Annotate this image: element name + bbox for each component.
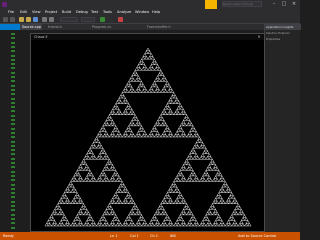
change-marker	[11, 101, 15, 104]
tab-framebuffer-h[interactable]: Framebuffer.h	[145, 24, 171, 30]
status-bar: Ready Ln 1 Col 1 Ch 1 INS Add to Source …	[0, 232, 300, 240]
change-marker	[11, 114, 15, 117]
close-button[interactable]: ×	[290, 1, 298, 8]
change-marker	[11, 226, 15, 229]
add-source-control-button[interactable]: Add to Source Control	[238, 232, 276, 240]
change-marker	[11, 54, 15, 57]
change-marker	[11, 58, 15, 61]
new-file-icon[interactable]	[19, 17, 24, 22]
change-marker	[11, 179, 15, 182]
change-marker	[11, 183, 15, 186]
tab-source-cpp[interactable]: Source.cpp	[20, 24, 42, 30]
change-marker	[11, 174, 15, 177]
title-bar: – □ ×	[0, 0, 300, 9]
change-marker	[11, 97, 15, 100]
back-icon[interactable]	[3, 17, 8, 22]
change-marker	[11, 213, 15, 216]
start-debug-icon[interactable]	[100, 17, 105, 22]
minimize-button[interactable]: –	[270, 1, 278, 8]
change-marker	[11, 63, 15, 66]
change-marker	[11, 205, 15, 207]
tab-fractal-h[interactable]: fractal.h	[46, 24, 66, 30]
app-logo	[2, 2, 7, 7]
status-ready: Ready	[3, 234, 14, 238]
change-marker	[11, 71, 15, 74]
change-marker	[11, 80, 15, 83]
change-marker	[11, 217, 15, 220]
change-marker	[11, 144, 15, 147]
change-marker	[11, 93, 15, 96]
change-marker	[11, 162, 15, 164]
status-line: Ln 1	[110, 234, 118, 238]
console-window[interactable]: Chaos E ×	[30, 33, 265, 232]
config-dropdown[interactable]	[60, 17, 78, 22]
change-marker	[11, 50, 15, 53]
change-marker	[11, 153, 15, 156]
editor-gutter	[0, 24, 20, 232]
maximize-button[interactable]: □	[280, 1, 288, 8]
change-marker	[11, 123, 15, 126]
change-marker	[11, 88, 15, 91]
forward-icon[interactable]	[10, 17, 15, 22]
undo-icon[interactable]	[42, 17, 47, 22]
solution-explorer-pane: Application Insights Solution Explorer P…	[264, 24, 301, 232]
document-tabs: Source.cpp fractal.h Program.cs Framebuf…	[20, 24, 264, 30]
title-accent	[205, 0, 217, 9]
change-marker	[11, 37, 15, 40]
change-marker	[11, 67, 15, 70]
change-marker	[11, 166, 15, 169]
fractal-path	[44, 47, 252, 227]
gutter-header	[0, 24, 20, 30]
sierpinski-canvas	[44, 47, 252, 227]
change-marker	[11, 41, 15, 44]
change-marker	[11, 84, 15, 87]
change-marker	[11, 136, 15, 139]
change-marker	[11, 209, 15, 212]
properties-tab[interactable]: Properties	[265, 37, 301, 42]
change-marker	[11, 106, 15, 109]
tab-program-cs[interactable]: Program.cs	[90, 24, 112, 30]
status-col: Col 1	[130, 234, 139, 238]
quick-launch-input[interactable]	[222, 1, 262, 7]
change-marker	[11, 192, 15, 195]
change-marker	[11, 119, 15, 121]
sierpinski-triangle	[44, 47, 252, 227]
stop-icon[interactable]	[118, 17, 123, 22]
change-marker	[11, 76, 15, 78]
change-marker	[11, 110, 15, 113]
change-marker	[11, 157, 15, 160]
change-marker	[11, 127, 15, 130]
platform-dropdown[interactable]	[81, 17, 95, 22]
save-icon[interactable]	[33, 17, 38, 22]
change-marker	[11, 140, 15, 143]
redo-icon[interactable]	[49, 17, 54, 22]
change-marker	[11, 222, 15, 225]
change-marker	[11, 196, 15, 199]
change-marker	[11, 149, 15, 152]
open-icon[interactable]	[26, 17, 31, 22]
toolbar	[0, 15, 300, 24]
app-insights-tab[interactable]: Application Insights	[265, 24, 301, 30]
solution-explorer-tab[interactable]: Solution Explorer	[265, 31, 301, 36]
status-char: Ch 1	[150, 234, 159, 238]
change-marker	[11, 200, 15, 203]
change-marker	[11, 170, 15, 173]
change-marker	[11, 187, 15, 190]
change-marker	[11, 45, 15, 48]
change-marker	[11, 33, 15, 35]
change-marker	[11, 131, 15, 134]
status-ins: INS	[170, 234, 176, 238]
